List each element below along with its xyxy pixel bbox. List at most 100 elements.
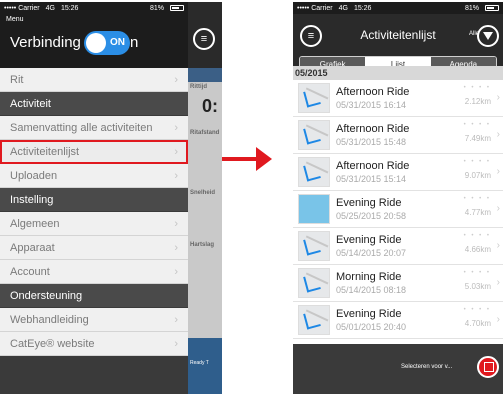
activity-row[interactable]: Afternoon Ride 05/31/2015 15:48 • • • • 7.4… xyxy=(293,117,503,154)
sensor-icon xyxy=(188,68,222,82)
menu-item-label: Samenvatting alle activiteiten xyxy=(10,121,153,134)
activity-distance: 4.70km xyxy=(464,319,491,328)
activity-row[interactable]: Afternoon Ride 05/31/2015 16:14 • • • • 2.1… xyxy=(293,80,503,117)
underlying-ride-screen: ≡ Rittijd 0: Ritafstand Snelheid Hartsla… xyxy=(188,2,222,394)
left-phone-screen: ••••• Carrier 4G 15:26 81% Menu Verbindi… xyxy=(0,2,222,394)
chevron-right-icon: › xyxy=(174,313,178,326)
menu-item[interactable]: Uploaden › xyxy=(0,164,188,188)
status-bar: ••••• Carrier 4G 15:26 81% xyxy=(293,2,503,14)
route-map-thumbnail xyxy=(298,305,330,335)
activity-distance: 2.12km xyxy=(464,97,491,106)
side-menu: ••••• Carrier 4G 15:26 81% Menu Verbindi… xyxy=(0,2,188,394)
menu-item[interactable]: Apparaat › xyxy=(0,236,188,260)
chevron-right-icon: › xyxy=(174,241,178,254)
ride-time-value: 0: xyxy=(202,96,219,116)
menu-section-header: Instelling xyxy=(0,188,188,212)
time-label: 15:26 xyxy=(60,4,79,12)
chevron-right-icon: › xyxy=(496,203,500,214)
chevron-right-icon: › xyxy=(174,73,178,86)
menu-item-label: Account xyxy=(10,265,50,278)
activity-distance: 5.03km xyxy=(464,282,491,291)
route-map-thumbnail xyxy=(298,231,330,261)
rating-dots-icon: • • • • xyxy=(463,196,491,202)
period-header: 05/2015 xyxy=(293,66,503,80)
activity-row[interactable]: Afternoon Ride 05/31/2015 15:14 • • • • 9.0… xyxy=(293,154,503,191)
activity-list: 05/2015 Afternoon Ride 05/31/2015 16:14 • … xyxy=(293,66,503,344)
menu-item-label: Ondersteuning xyxy=(10,289,83,302)
menu-item-label: CatEye® website xyxy=(10,337,95,350)
chevron-right-icon: › xyxy=(496,92,500,103)
menu-item-label: Activiteit xyxy=(10,97,51,110)
arrow-right-icon xyxy=(256,147,272,171)
menu-title: Menu xyxy=(6,16,24,23)
activity-distance: 9.07km xyxy=(464,171,491,180)
battery-icon xyxy=(170,5,184,11)
chevron-right-icon: › xyxy=(174,265,178,278)
filter-icon[interactable] xyxy=(477,25,499,47)
menu-item[interactable]: Rit › xyxy=(0,68,188,92)
menu-header: Menu Verbinding ON n xyxy=(0,14,188,68)
menu-item[interactable]: Samenvatting alle activiteiten › xyxy=(0,116,188,140)
menu-item[interactable]: Algemeen › xyxy=(0,212,188,236)
activity-distance: 4.77km xyxy=(464,208,491,217)
menu-icon[interactable]: ≡ xyxy=(193,28,215,50)
rating-dots-icon: • • • • xyxy=(463,307,491,313)
menu-item-label: Instelling xyxy=(10,193,54,206)
menu-item-label: Uploaden xyxy=(10,169,58,182)
menu-item-label: Rit xyxy=(10,73,24,86)
select-checkbox-icon[interactable] xyxy=(477,356,499,378)
menu-item[interactable]: Activiteitenlijst › xyxy=(0,140,188,164)
heart-rate-label: Hartslag xyxy=(190,242,215,248)
chevron-right-icon: › xyxy=(496,129,500,140)
battery-icon xyxy=(485,5,499,11)
battery-percent: 81% xyxy=(464,4,479,12)
bottom-bar: Selecteren voor v... xyxy=(293,344,503,394)
toggle-state: ON xyxy=(110,37,125,48)
ride-time-label: Rittijd xyxy=(190,84,207,90)
route-map-thumbnail xyxy=(298,194,330,224)
chevron-right-icon: › xyxy=(496,314,500,325)
select-label: Selecteren voor v... xyxy=(401,364,453,370)
route-map-thumbnail xyxy=(298,83,330,113)
right-phone-screen: ••••• Carrier 4G 15:26 81% ≡ Activiteite… xyxy=(293,2,503,394)
route-map-thumbnail xyxy=(298,120,330,150)
activity-row[interactable]: Evening Ride 05/14/2015 20:07 • • • • 4.66k… xyxy=(293,228,503,265)
ride-distance-label: Ritafstand xyxy=(190,130,220,136)
activity-row[interactable]: Evening Ride 05/25/2015 20:58 • • • • 4.77k… xyxy=(293,191,503,228)
ready-banner: Ready T xyxy=(188,338,222,394)
route-map-thumbnail xyxy=(298,157,330,187)
activity-list-header: ≡ Activiteitenlijst Alle xyxy=(293,14,503,56)
rating-dots-icon: • • • • xyxy=(463,233,491,239)
toggle-knob xyxy=(86,33,106,53)
route-map-thumbnail xyxy=(298,268,330,298)
menu-item[interactable]: Webhandleiding › xyxy=(0,308,188,332)
rating-dots-icon: • • • • xyxy=(463,159,491,165)
carrier-label: ••••• Carrier xyxy=(4,4,40,12)
activity-distance: 7.49km xyxy=(464,134,491,143)
connection-label: Verbinding xyxy=(10,34,81,51)
menu-section-header: Ondersteuning xyxy=(0,284,188,308)
status-bar: ••••• Carrier 4G 15:26 81% xyxy=(0,2,188,14)
menu-section-header: Activiteit xyxy=(0,92,188,116)
chevron-right-icon: › xyxy=(174,145,178,158)
rating-dots-icon: • • • • xyxy=(463,122,491,128)
chevron-right-icon: › xyxy=(174,121,178,134)
battery-percent: 81% xyxy=(149,4,164,12)
activity-row[interactable]: Morning Ride 05/14/2015 08:18 • • • • 5.03k… xyxy=(293,265,503,302)
activity-row[interactable]: Evening Ride 05/01/2015 20:40 • • • • 4.70k… xyxy=(293,302,503,339)
time-label: 15:26 xyxy=(353,4,372,12)
menu-item-label: Webhandleiding xyxy=(10,313,89,326)
chevron-right-icon: › xyxy=(496,166,500,177)
screenshot: ••••• Carrier 4G 15:26 81% Menu Verbindi… xyxy=(0,0,503,394)
arrow-shaft xyxy=(222,157,258,161)
menu-item[interactable]: CatEye® website › xyxy=(0,332,188,356)
chevron-right-icon: › xyxy=(174,169,178,182)
network-label: 4G xyxy=(45,4,55,12)
menu-item-label: Apparaat xyxy=(10,241,55,254)
menu-list: Rit › Activiteit Samenvatting alle activite… xyxy=(0,68,188,356)
activity-rows: Afternoon Ride 05/31/2015 16:14 • • • • 2.1… xyxy=(293,80,503,339)
rating-dots-icon: • • • • xyxy=(463,270,491,276)
menu-item[interactable]: Account › xyxy=(0,260,188,284)
connection-toggle[interactable]: ON xyxy=(84,31,130,55)
chevron-right-icon: › xyxy=(174,337,178,350)
